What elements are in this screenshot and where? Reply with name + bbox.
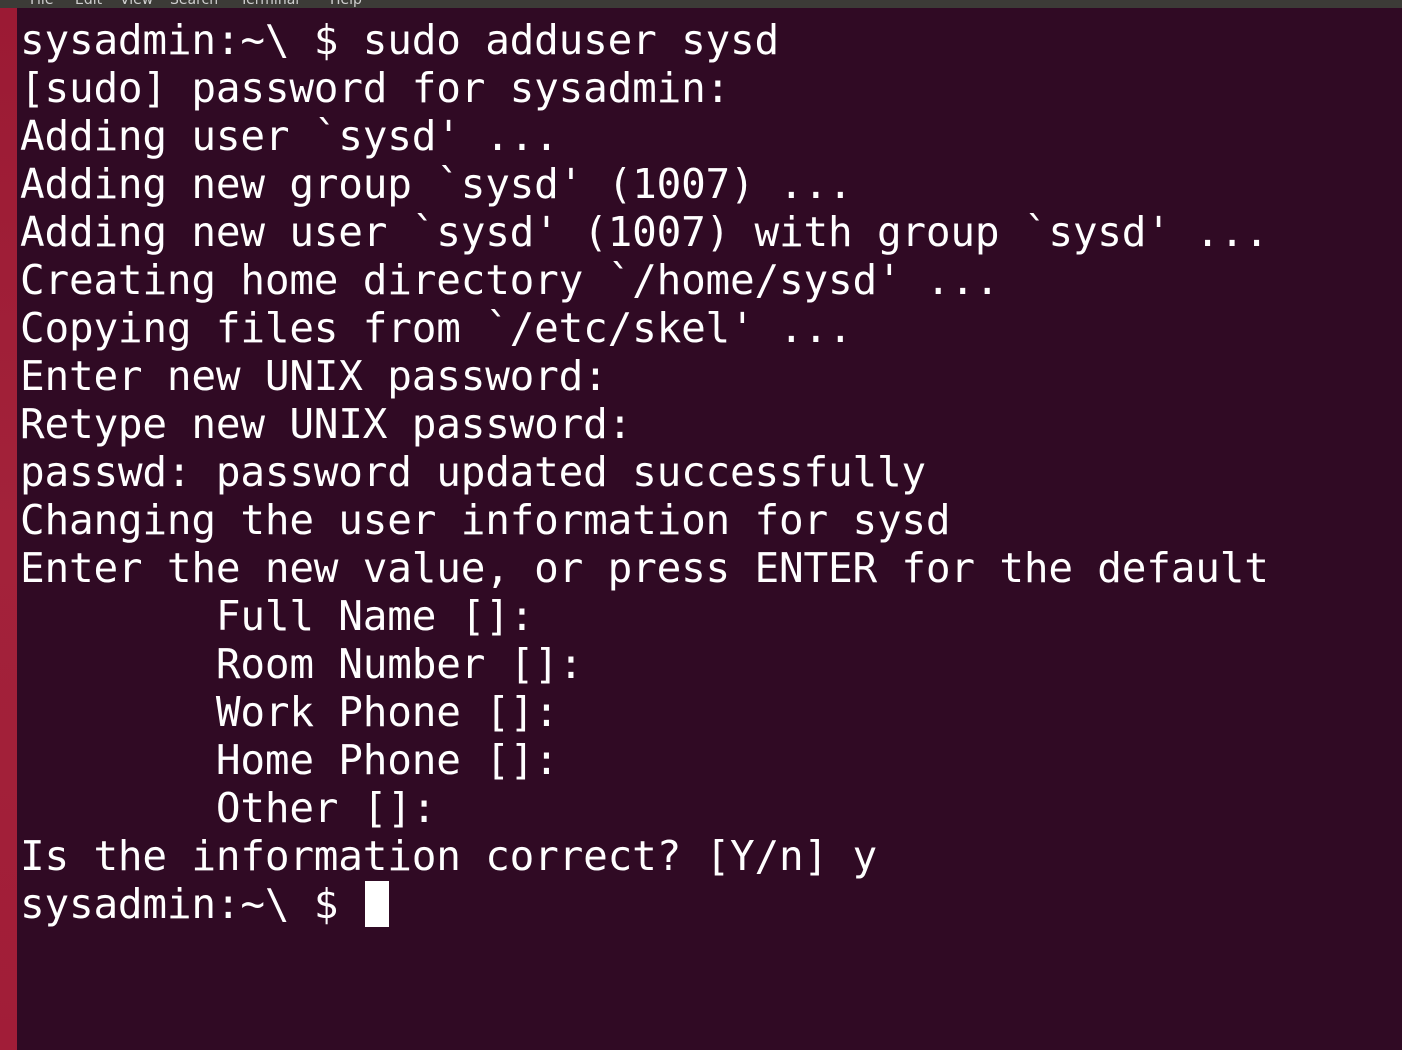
terminal-line: Enter new UNIX password: [20,352,608,400]
terminal-line: Room Number []: [20,640,584,688]
terminal-line: passwd: password updated successfully [20,448,926,496]
terminal-line: Work Phone []: [20,688,559,736]
terminal-line: sysadmin:~\ $ sudo adduser sysd [20,16,780,64]
desktop-edge [0,8,17,1050]
terminal-line: Adding new user `sysd' (1007) with group… [20,208,1269,256]
terminal-line: Adding new group `sysd' (1007) ... [20,160,853,208]
terminal-line: Copying files from `/etc/skel' ... [20,304,853,352]
terminal-output-area[interactable]: sysadmin:~\ $ sudo adduser sysd [sudo] p… [17,8,1402,1050]
terminal-lines: sysadmin:~\ $ sudo adduser sysd [sudo] p… [20,16,1269,928]
terminal-line: Full Name []: [20,592,535,640]
menu-file[interactable]: File [30,0,53,8]
terminal-line: Is the information correct? [Y/n] y [20,832,877,880]
shell-prompt: sysadmin:~\ $ [20,880,363,928]
menu-terminal[interactable]: Terminal [240,0,299,8]
menu-view[interactable]: View [120,0,153,8]
text-cursor [364,881,389,927]
terminal-line: Home Phone []: [20,736,559,784]
terminal-line: Creating home directory `/home/sysd' ... [20,256,1000,304]
menubar: File Edit View Search Terminal Help [0,0,1402,8]
menu-help[interactable]: Help [330,0,362,8]
terminal-line: Changing the user information for sysd [20,496,951,544]
terminal-line: Other []: [20,784,437,832]
menu-search[interactable]: Search [170,0,218,8]
prompt-line[interactable]: sysadmin:~\ $ [20,880,1269,928]
terminal-line: Adding user `sysd' ... [20,112,559,160]
terminal-line: Retype new UNIX password: [20,400,633,448]
terminal-window: File Edit View Search Terminal Help sysa… [0,0,1402,1050]
terminal-line: [sudo] password for sysadmin: [20,64,731,112]
menu-edit[interactable]: Edit [75,0,102,8]
terminal-line: Enter the new value, or press ENTER for … [20,544,1269,592]
